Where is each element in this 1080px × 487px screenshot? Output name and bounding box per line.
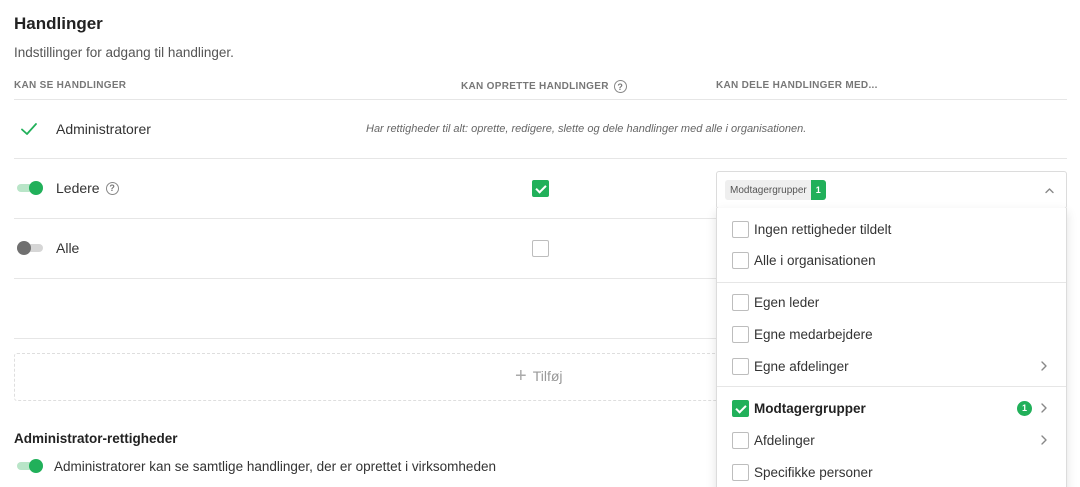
- row-ledere: Ledere ?: [56, 180, 119, 196]
- checkbox-ledere-can-create[interactable]: [532, 180, 549, 197]
- divider: [14, 278, 716, 279]
- admin-setting-label: Administratorer kan se samtlige handling…: [54, 459, 496, 474]
- chevron-right-icon[interactable]: [1040, 435, 1048, 445]
- section-title-admin-rights: Administrator-rettigheder: [14, 431, 178, 446]
- option-label: Ingen rettigheder tildelt: [754, 221, 892, 237]
- dropdown-option-specifikke-personer[interactable]: Specifikke personer: [717, 458, 1066, 486]
- column-header-can-see: KAN SE HANDLINGER: [14, 80, 127, 91]
- column-header-can-create-label: KAN OPRETTE HANDLINGER: [461, 81, 609, 92]
- option-label: Afdelinger: [754, 432, 815, 448]
- checkbox-alle-can-create[interactable]: [532, 240, 549, 257]
- column-header-can-share: KAN DELE HANDLINGER MED...: [716, 80, 878, 91]
- option-checkbox[interactable]: [732, 220, 749, 238]
- chevron-right-icon[interactable]: [1040, 403, 1048, 413]
- share-dropdown-menu: Ingen rettigheder tildelt Alle i organis…: [716, 208, 1067, 487]
- toggle-admin-see-all[interactable]: [17, 459, 43, 473]
- option-label: Alle i organisationen: [754, 252, 876, 268]
- admin-rights-note: Har rettigheder til alt: oprette, redige…: [366, 123, 807, 135]
- option-checkbox[interactable]: [732, 251, 749, 269]
- dropdown-option-egne-medarbejdere[interactable]: Egne medarbejdere: [717, 320, 1066, 348]
- row-label-ledere: Ledere: [56, 180, 100, 196]
- option-checkbox[interactable]: [732, 431, 749, 449]
- column-header-can-create: KAN OPRETTE HANDLINGER ?: [461, 80, 627, 93]
- toggle-knob: [29, 459, 43, 473]
- page-title: Handlinger: [14, 14, 103, 33]
- option-label: Egen leder: [754, 294, 820, 310]
- add-button-label: Tilføj: [532, 368, 563, 384]
- option-checkbox[interactable]: [732, 463, 749, 481]
- divider: [14, 158, 1067, 159]
- option-checkbox[interactable]: [732, 357, 749, 375]
- share-select[interactable]: Modtagergrupper 1: [716, 171, 1067, 209]
- help-icon[interactable]: ?: [105, 181, 119, 195]
- option-checkbox[interactable]: [732, 293, 749, 311]
- option-checkbox[interactable]: [732, 399, 749, 417]
- selected-chip: Modtagergrupper 1: [725, 180, 826, 200]
- help-icon[interactable]: ?: [613, 80, 627, 93]
- check-icon: [21, 123, 37, 135]
- dropdown-option-modtagergrupper[interactable]: Modtagergrupper 1: [717, 394, 1066, 422]
- chevron-right-icon[interactable]: [1040, 361, 1048, 371]
- divider: [14, 99, 1067, 100]
- option-checkbox[interactable]: [732, 325, 749, 343]
- plus-icon: +: [515, 365, 527, 387]
- selected-chip-label: Modtagergrupper: [730, 184, 807, 196]
- count-badge: 1: [1017, 400, 1032, 416]
- option-label: Modtagergrupper: [754, 400, 866, 416]
- selected-chip-count: 1: [810, 180, 826, 200]
- add-button-content[interactable]: + Tilføj: [515, 365, 563, 387]
- page-subtitle: Indstillinger for adgang til handlinger.: [14, 45, 234, 60]
- dropdown-option-egne-afdelinger[interactable]: Egne afdelinger: [717, 352, 1066, 380]
- chevron-up-icon[interactable]: [1045, 186, 1054, 195]
- row-label-alle: Alle: [56, 240, 80, 256]
- dropdown-divider: [717, 386, 1066, 387]
- option-label: Egne medarbejdere: [754, 326, 873, 342]
- divider: [14, 218, 716, 219]
- dropdown-divider: [717, 282, 1066, 283]
- dropdown-option-alle-i-organisationen[interactable]: Alle i organisationen: [717, 246, 1066, 274]
- toggle-knob: [17, 241, 31, 255]
- toggle-knob: [29, 181, 43, 195]
- dropdown-option-ingen-rettigheder[interactable]: Ingen rettigheder tildelt: [717, 215, 1066, 243]
- toggle-ledere[interactable]: [17, 181, 43, 195]
- dropdown-option-afdelinger[interactable]: Afdelinger: [717, 426, 1066, 454]
- dropdown-option-egen-leder[interactable]: Egen leder: [717, 288, 1066, 316]
- row-label-administratorer: Administratorer: [56, 121, 151, 137]
- divider: [14, 338, 716, 339]
- add-row-button[interactable]: [14, 353, 734, 401]
- option-label: Specifikke personer: [754, 464, 873, 480]
- option-label: Egne afdelinger: [754, 358, 849, 374]
- toggle-alle[interactable]: [17, 241, 43, 255]
